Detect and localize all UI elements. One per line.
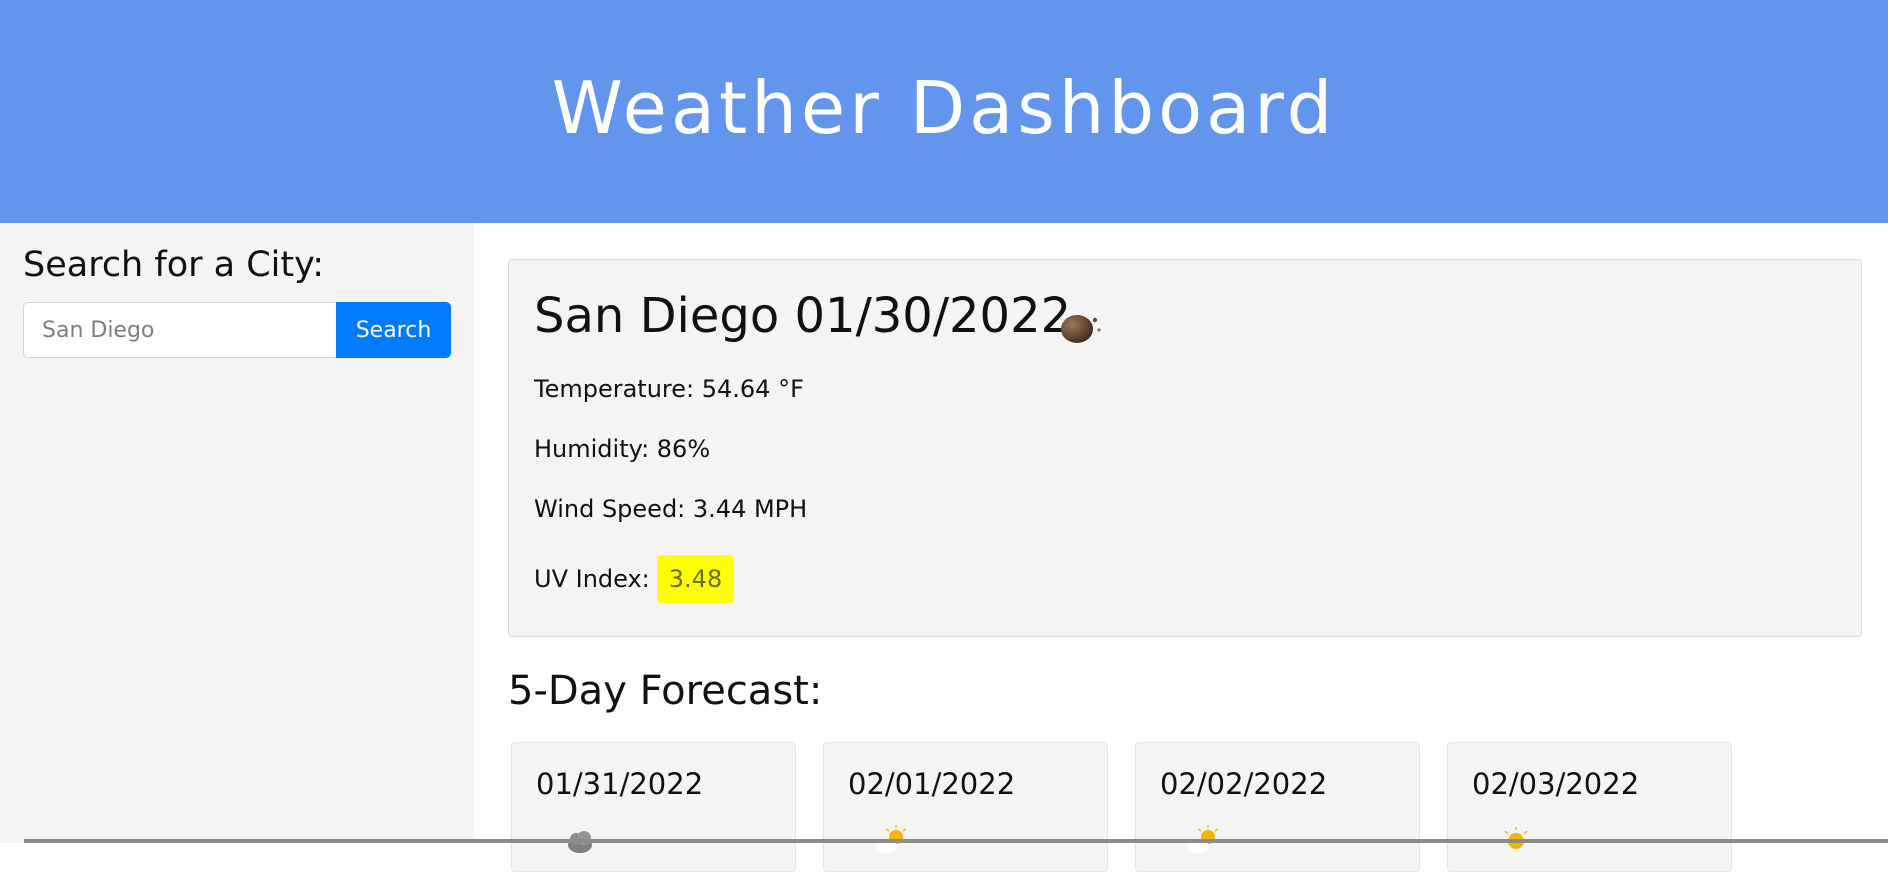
- moon-icon: [1061, 315, 1101, 343]
- forecast-card: 02/02/2022: [1135, 742, 1420, 872]
- uv-index-badge: 3.48: [656, 555, 735, 603]
- forecast-card: 02/01/2022: [823, 742, 1108, 872]
- page-header: Weather Dashboard: [0, 0, 1888, 223]
- search-heading: Search for a City:: [23, 245, 325, 285]
- forecast-card: 02/03/2022: [1447, 742, 1732, 872]
- temperature-text: Temperature: 54.64 °F: [534, 375, 804, 403]
- search-button[interactable]: Search: [336, 302, 451, 358]
- forecast-date: 02/02/2022: [1160, 767, 1328, 801]
- forecast-heading: 5-Day Forecast:: [508, 668, 823, 714]
- wind-speed-text: Wind Speed: 3.44 MPH: [534, 495, 808, 523]
- page-title: Weather Dashboard: [551, 65, 1337, 150]
- forecast-date: 02/03/2022: [1472, 767, 1640, 801]
- forecast-date: 02/01/2022: [848, 767, 1016, 801]
- city-search-input[interactable]: [23, 302, 337, 358]
- current-weather-card: San Diego 01/30/2022 Temperature: 54.64 …: [508, 259, 1862, 637]
- horizontal-scrollbar[interactable]: [24, 839, 1888, 843]
- forecast-card: 01/31/2022: [511, 742, 796, 872]
- city-date-title: San Diego 01/30/2022: [534, 288, 1072, 344]
- forecast-date: 01/31/2022: [536, 767, 704, 801]
- uv-index-row: UV Index: 3.48: [534, 555, 735, 603]
- uv-index-label: UV Index:: [534, 565, 650, 593]
- humidity-text: Humidity: 86%: [534, 435, 711, 463]
- sidebar: Search for a City: Search: [0, 223, 474, 843]
